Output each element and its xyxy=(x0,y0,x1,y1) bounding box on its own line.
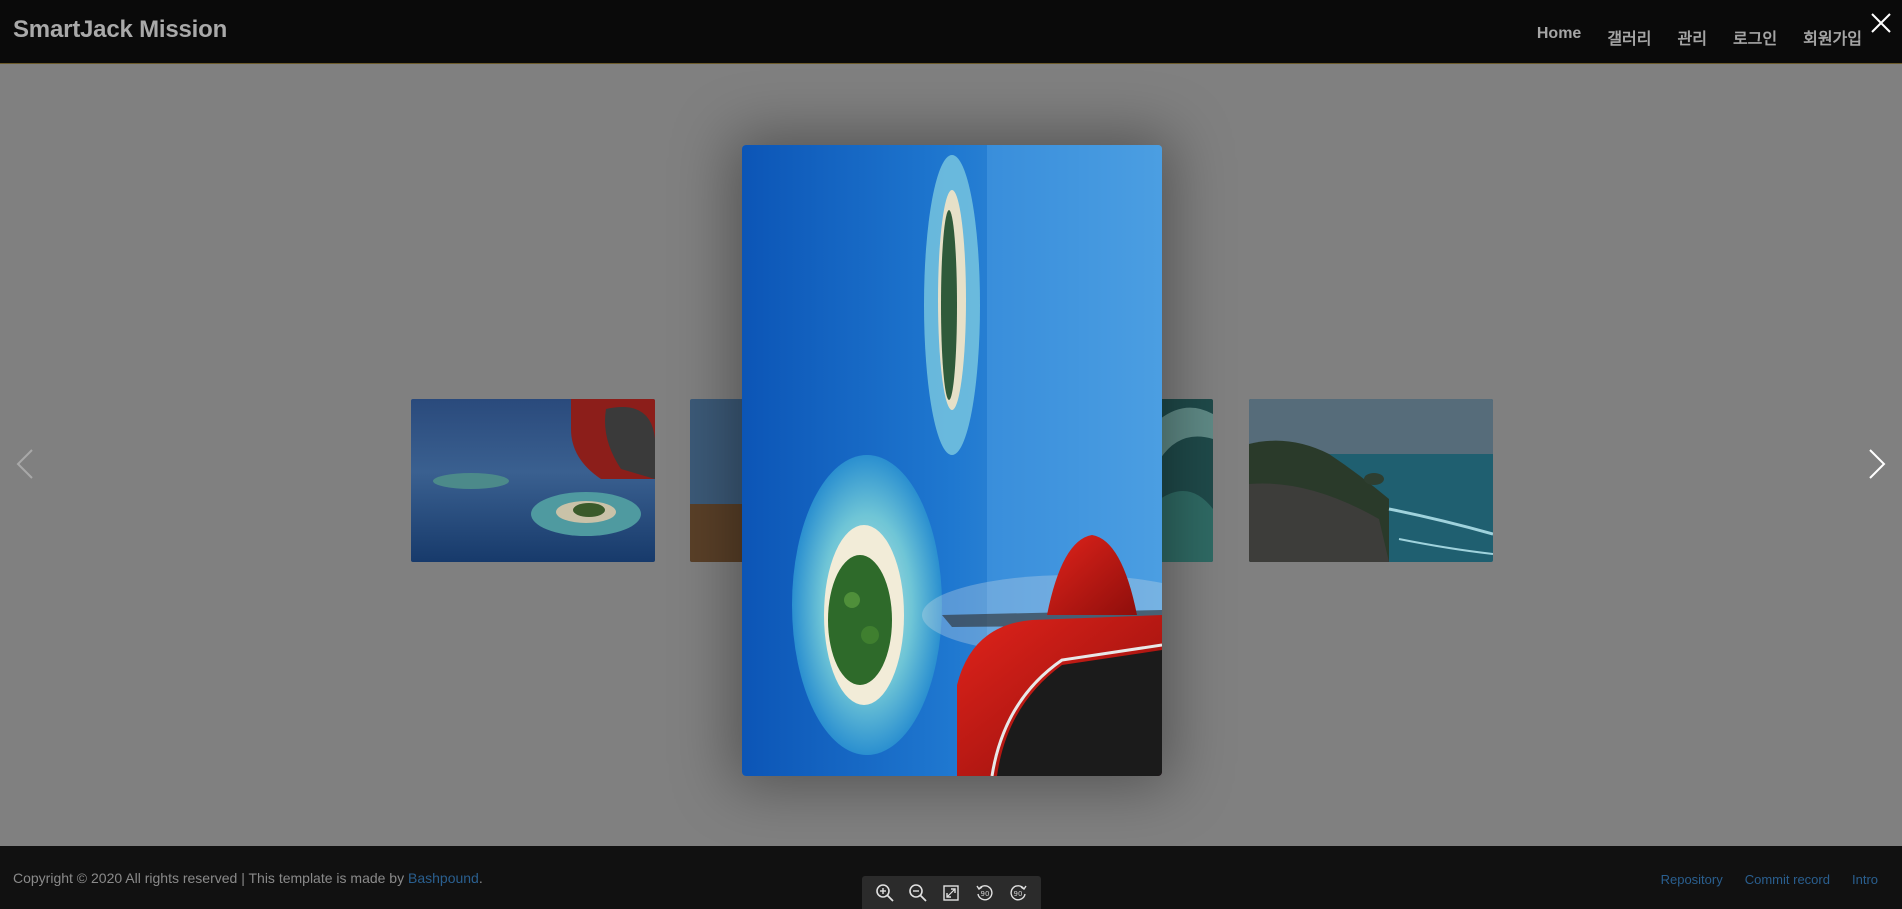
nav-item-signup[interactable]: 회원가입 xyxy=(1803,25,1862,49)
chevron-left-icon[interactable] xyxy=(14,446,38,482)
lightbox-image xyxy=(742,145,1162,776)
footer-link-repository[interactable]: Repository xyxy=(1661,872,1723,887)
rotate-right-icon[interactable]: 90 xyxy=(1006,881,1030,905)
author-link[interactable]: Bashpound xyxy=(408,870,479,886)
footer-link-commit-record[interactable]: Commit record xyxy=(1745,872,1830,887)
rotate-left-label: 90 xyxy=(980,890,989,898)
lightbox-toolbar: 90 90 xyxy=(862,876,1041,909)
gallery-thumbnail[interactable] xyxy=(411,399,655,562)
nav-item-login[interactable]: 로그인 xyxy=(1733,25,1777,49)
nav-item-admin[interactable]: 관리 xyxy=(1677,25,1706,49)
top-navbar: SmartJack Mission Home 갤러리 관리 로그인 회원가입 xyxy=(0,0,1902,64)
gallery-thumbnail[interactable] xyxy=(690,399,746,562)
copyright-text: Copyright © 2020 All rights reserved | T… xyxy=(13,870,483,886)
zoom-in-icon[interactable] xyxy=(873,881,897,905)
rotate-right-label: 90 xyxy=(1014,890,1023,898)
close-icon[interactable] xyxy=(1868,10,1894,36)
brand-logo-text[interactable]: SmartJack Mission xyxy=(13,16,227,44)
gallery-thumbnail[interactable] xyxy=(1249,399,1493,562)
nav-menu: Home 갤러리 관리 로그인 회원가입 xyxy=(1511,25,1862,49)
nav-item-gallery[interactable]: 갤러리 xyxy=(1607,25,1651,49)
copyright-end: . xyxy=(478,870,483,886)
rotate-left-icon[interactable]: 90 xyxy=(973,881,997,905)
footer-links: Repository Commit record Intro xyxy=(1639,872,1878,887)
chevron-right-icon[interactable] xyxy=(1864,446,1888,482)
copyright-label: Copyright © 2020 All rights reserved | T… xyxy=(13,870,408,886)
nav-item-home[interactable]: Home xyxy=(1537,25,1581,49)
zoom-out-icon[interactable] xyxy=(906,881,930,905)
gallery-thumbnail[interactable] xyxy=(1160,399,1213,562)
footer-link-intro[interactable]: Intro xyxy=(1852,872,1878,887)
fullscreen-icon[interactable] xyxy=(939,881,963,905)
